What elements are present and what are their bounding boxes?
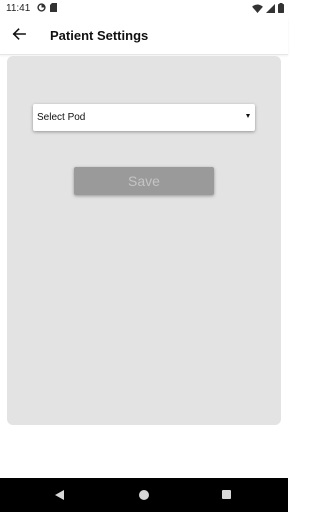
status-right-icons [252,3,284,16]
pod-select-value: Select Pod [37,112,86,123]
status-time: 11:41 [6,3,31,14]
nav-bar [0,478,288,512]
battery-icon [278,3,284,16]
status-bar: 11:41 [0,0,288,18]
app-bar: Patient Settings [0,18,288,55]
page-title: Patient Settings [50,28,149,43]
circle-home-icon[interactable] [139,490,149,500]
chevron-down-icon [246,114,250,118]
arrow-left-icon [12,27,26,46]
status-left-icons [37,3,57,15]
wifi-icon [252,3,263,16]
back-button[interactable] [6,23,32,49]
data-saver-icon [37,3,46,15]
square-recents-icon[interactable] [222,490,231,499]
triangle-back-icon[interactable] [55,490,64,500]
pod-select[interactable]: Select Pod [33,104,255,131]
sd-card-icon [50,3,57,15]
content-card: Select Pod Save [7,56,281,425]
cellular-icon [266,3,275,16]
save-button[interactable]: Save [74,167,214,195]
